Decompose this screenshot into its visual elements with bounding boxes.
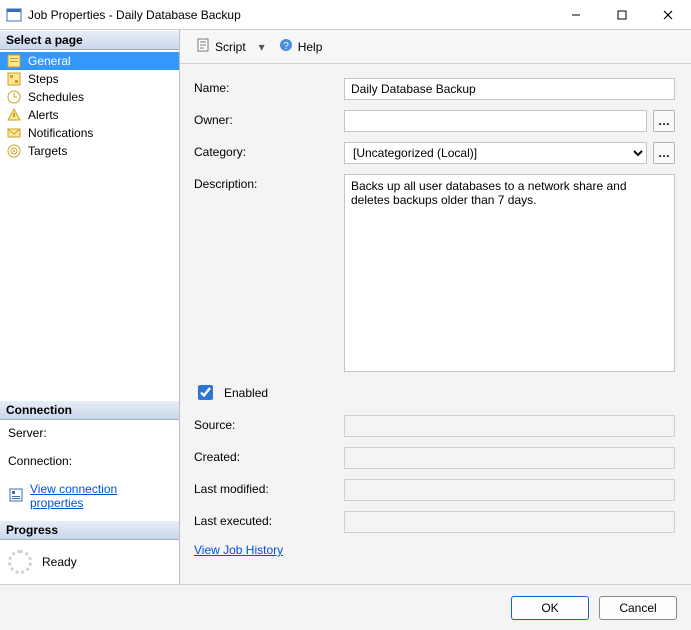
progress-spinner-icon [8, 550, 32, 574]
page-icon [6, 143, 22, 159]
page-item-label: General [28, 54, 71, 68]
connection-block: Server: Connection: View connection prop… [0, 420, 179, 520]
help-label: Help [298, 40, 323, 54]
owner-browse-button[interactable]: … [653, 110, 675, 132]
page-icon [6, 107, 22, 123]
minimize-button[interactable] [553, 0, 599, 29]
page-icon [6, 89, 22, 105]
select-page-header: Select a page [0, 30, 179, 50]
maximize-button[interactable] [599, 0, 645, 29]
page-item-general[interactable]: General [0, 52, 179, 70]
titlebar: Job Properties - Daily Database Backup [0, 0, 691, 30]
name-label: Name: [194, 78, 344, 95]
app-icon [6, 7, 22, 23]
page-item-schedules[interactable]: Schedules [0, 88, 179, 106]
progress-status: Ready [42, 555, 77, 569]
view-job-history-link[interactable]: View Job History [194, 543, 283, 557]
modified-value [344, 479, 675, 501]
script-icon [195, 37, 211, 56]
cancel-button[interactable]: Cancel [599, 596, 677, 620]
category-label: Category: [194, 142, 344, 159]
page-item-label: Alerts [28, 108, 59, 122]
source-label: Source: [194, 415, 344, 432]
left-pane: Select a page General Steps Schedules Al… [0, 30, 180, 584]
help-icon: ? [278, 37, 294, 56]
created-value [344, 447, 675, 469]
page-icon [6, 53, 22, 69]
category-browse-button[interactable]: … [653, 142, 675, 164]
script-button[interactable]: Script [188, 33, 253, 60]
server-label: Server: [8, 426, 171, 440]
svg-text:?: ? [283, 41, 289, 52]
name-input[interactable] [344, 78, 675, 100]
right-pane: Script ▾ ? Help Name: Owner: … Category [180, 30, 691, 584]
form: Name: Owner: … Category: [Uncategorized … [180, 64, 691, 584]
view-connection-properties-label: View connection properties [30, 482, 171, 510]
page-item-steps[interactable]: Steps [0, 70, 179, 88]
page-list: General Steps Schedules Alerts Notificat… [0, 50, 179, 400]
connection-header: Connection [0, 400, 179, 420]
executed-label: Last executed: [194, 511, 344, 528]
owner-input[interactable] [344, 110, 647, 132]
owner-label: Owner: [194, 110, 344, 127]
page-item-alerts[interactable]: Alerts [0, 106, 179, 124]
page-item-label: Schedules [28, 90, 84, 104]
page-item-label: Targets [28, 144, 67, 158]
window-title: Job Properties - Daily Database Backup [28, 8, 553, 22]
help-button[interactable]: ? Help [271, 33, 330, 60]
source-value [344, 415, 675, 437]
page-item-label: Notifications [28, 126, 93, 140]
category-select[interactable]: [Uncategorized (Local)] [344, 142, 647, 164]
page-item-notifications[interactable]: Notifications [0, 124, 179, 142]
description-label: Description: [194, 174, 344, 191]
dialog-footer: OK Cancel [0, 584, 691, 630]
created-label: Created: [194, 447, 344, 464]
script-dropdown[interactable]: ▾ [257, 40, 267, 54]
enabled-checkbox[interactable] [198, 385, 213, 400]
page-item-targets[interactable]: Targets [0, 142, 179, 160]
close-button[interactable] [645, 0, 691, 29]
ok-button[interactable]: OK [511, 596, 589, 620]
window-buttons [553, 0, 691, 29]
script-label: Script [215, 40, 246, 54]
executed-value [344, 511, 675, 533]
connection-label: Connection: [8, 454, 171, 468]
properties-icon [8, 487, 24, 506]
description-textarea[interactable] [344, 174, 675, 372]
view-connection-properties-link[interactable]: View connection properties [8, 482, 171, 510]
page-icon [6, 125, 22, 141]
enabled-label: Enabled [224, 386, 268, 400]
progress-header: Progress [0, 520, 179, 540]
page-icon [6, 71, 22, 87]
toolbar: Script ▾ ? Help [180, 30, 691, 64]
progress-block: Ready [0, 540, 179, 584]
modified-label: Last modified: [194, 479, 344, 496]
page-item-label: Steps [28, 72, 59, 86]
